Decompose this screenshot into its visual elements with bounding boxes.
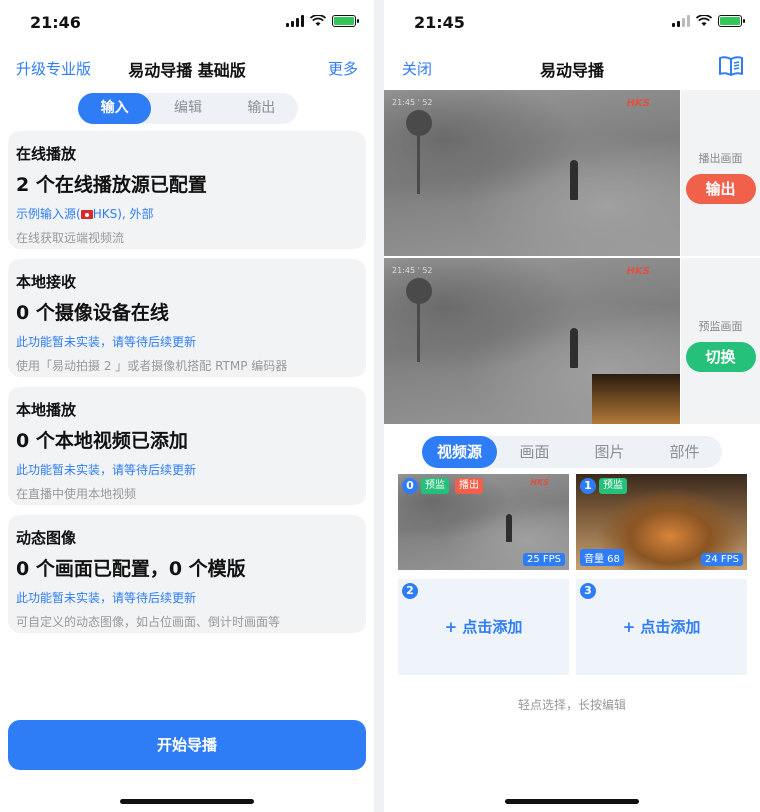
status-icons: [286, 15, 359, 27]
tab-scenes[interactable]: 画面: [497, 436, 572, 468]
fps-badge: 24 FPS: [700, 553, 743, 566]
segment-output[interactable]: 输出: [225, 93, 298, 124]
add-source-label: + 点击添加: [444, 618, 523, 636]
preview-tag: 预监: [421, 478, 449, 494]
card-local-play[interactable]: 本地播放 0 个本地视频已添加 此功能暂未实装，请等待后续更新 在直播中使用本地…: [8, 387, 366, 505]
card-title: 动态图像: [16, 529, 77, 547]
source-number: 3: [580, 583, 596, 599]
card-note-suffix: HKS), 外部: [92, 207, 154, 221]
tree-trunk: [417, 134, 420, 194]
home-indicator[interactable]: [505, 799, 639, 804]
person-silhouette: [570, 160, 578, 200]
card-title: 在线播放: [16, 145, 77, 163]
program-label: 播出画面: [698, 152, 743, 165]
card-title: 本地接收: [16, 273, 77, 291]
page-title: 易动导播: [539, 61, 604, 80]
nav-bar: 关闭 易动导播: [384, 48, 760, 86]
mode-segmented-control: 输入 编辑 输出: [78, 93, 298, 124]
source-tile-1[interactable]: 1 预监 音量 68 24 FPS: [576, 474, 747, 570]
left-screen: 21:46 升级专业版 易动导播 基础版 更多 输入 编辑 输出 在线播放 2 …: [0, 0, 374, 812]
usage-hint: 轻点选择，长按编辑: [517, 698, 626, 712]
tree-trunk: [417, 302, 420, 362]
signal-icon: [286, 15, 304, 27]
status-bar: 21:46: [0, 0, 374, 44]
volume-badge: 音量 68: [580, 549, 624, 566]
preview-label: 预监画面: [698, 320, 743, 333]
segment-edit[interactable]: 编辑: [151, 93, 224, 124]
program-monitor[interactable]: 21:45 ' 52 HKS: [384, 90, 680, 256]
status-time: 21:45: [414, 13, 465, 32]
wifi-icon: [310, 15, 326, 26]
fps-badge: 25 FPS: [522, 553, 565, 566]
preview-side-panel: 预监画面 切换: [681, 258, 760, 424]
status-time: 21:46: [30, 13, 81, 32]
source-number: 1: [580, 478, 596, 494]
person-silhouette: [570, 328, 578, 368]
person-silhouette: [506, 514, 512, 542]
battery-icon: [718, 15, 745, 27]
card-headline: 0 个摄像设备在线: [16, 302, 169, 324]
hk-flag-icon: [80, 210, 93, 219]
card-online-play[interactable]: 在线播放 2 个在线播放源已配置 示例输入源( HKS), 外部 在线获取远端视频…: [8, 131, 366, 249]
tab-widgets[interactable]: 部件: [647, 436, 722, 468]
wifi-icon: [696, 15, 712, 26]
card-description: 可自定义的动态图像，如占位画面、倒计时画面等: [16, 615, 281, 629]
card-headline: 2 个在线播放源已配置: [16, 174, 207, 196]
source-tabs: 视频源 画面 图片 部件: [422, 436, 722, 468]
card-description: 使用「易动拍摄 2 」或者摄像机搭配 RTMP 编码器: [16, 359, 288, 373]
source-tile-3[interactable]: 3 + 点击添加: [576, 579, 747, 675]
card-note-prefix: 示例输入源(: [16, 207, 81, 221]
right-screen: 21:45 关闭 易动导播 21:45 ' 52 HKS 播出画面 输出 21:…: [384, 0, 760, 812]
card-note: 此功能暂未实装，请等待后续更新: [16, 335, 197, 349]
program-timestamp: 21:45 ' 52: [392, 98, 433, 107]
preview-timestamp: 21:45 ' 52: [392, 266, 433, 275]
segment-input[interactable]: 输入: [78, 93, 152, 124]
tab-video-sources[interactable]: 视频源: [422, 436, 497, 468]
source-number: 2: [402, 583, 418, 599]
card-headline: 0 个画面已配置，0 个模版: [16, 558, 246, 580]
book-icon[interactable]: [718, 55, 744, 77]
card-local-receive[interactable]: 本地接收 0 个摄像设备在线 此功能暂未实装，请等待后续更新 使用「易动拍摄 2…: [8, 259, 366, 377]
preview-tag: 预监: [599, 478, 627, 494]
preview-channel-logo: HKS: [626, 266, 650, 277]
start-directing-button[interactable]: 开始导播: [8, 720, 366, 770]
switch-button[interactable]: 切换: [685, 342, 756, 372]
source-tile-2[interactable]: 2 + 点击添加: [398, 579, 569, 675]
program-channel-logo: HKS: [626, 98, 650, 109]
add-source-label: + 点击添加: [622, 618, 701, 636]
page-title: 易动导播 基础版: [128, 61, 246, 80]
card-note: 此功能暂未实装，请等待后续更新: [16, 463, 197, 477]
signal-icon: [672, 15, 690, 27]
preview-monitor[interactable]: 21:45 ' 52 HKS: [384, 258, 680, 424]
source-channel-logo: HKS: [530, 478, 549, 487]
output-button[interactable]: 输出: [685, 174, 756, 204]
source-tile-0[interactable]: HKS 0 预监 播出 25 FPS: [398, 474, 569, 570]
status-icons: [672, 15, 745, 27]
card-description: 在直播中使用本地视频: [16, 487, 137, 501]
status-bar: 21:45: [384, 0, 760, 44]
source-number: 0: [402, 478, 418, 494]
program-tag: 播出: [455, 478, 483, 494]
picture-in-picture-overlay: [592, 374, 680, 424]
card-title: 本地播放: [16, 401, 77, 419]
battery-icon: [332, 15, 359, 27]
tree-shape: [406, 278, 432, 304]
program-side-panel: 播出画面 输出: [681, 90, 760, 256]
card-description: 在线获取远端视频流: [16, 231, 125, 245]
card-note: 此功能暂未实装，请等待后续更新: [16, 591, 197, 605]
card-note: 示例输入源( HKS), 外部: [16, 205, 358, 222]
home-indicator[interactable]: [120, 799, 254, 804]
card-dynamic-image[interactable]: 动态图像 0 个画面已配置，0 个模版 此功能暂未实装，请等待后续更新 可自定义…: [8, 515, 366, 633]
more-link[interactable]: 更多: [328, 58, 358, 79]
tab-images[interactable]: 图片: [572, 436, 647, 468]
tree-shape: [406, 110, 432, 136]
card-headline: 0 个本地视频已添加: [16, 430, 188, 452]
nav-bar: 升级专业版 易动导播 基础版 更多: [0, 48, 374, 86]
